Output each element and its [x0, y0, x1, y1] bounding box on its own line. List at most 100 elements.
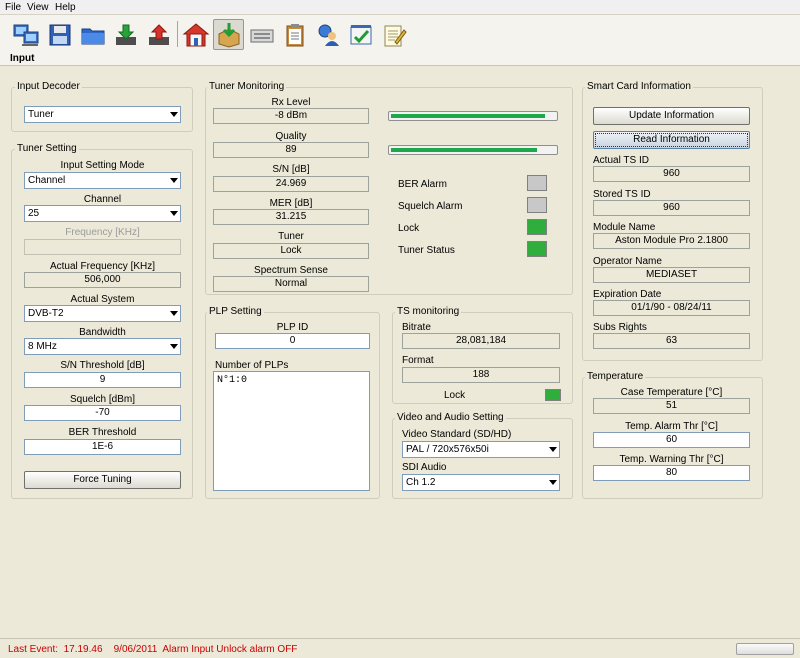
- quality-bar: [388, 145, 558, 155]
- squelch-input[interactable]: -70: [24, 405, 181, 421]
- actual-system-label: Actual System: [70, 294, 135, 305]
- toolbar: Input: [0, 15, 800, 66]
- ts-lock-indicator: [545, 389, 561, 401]
- sdi-audio-select[interactable]: Ch 1.2: [402, 474, 560, 491]
- home-icon[interactable]: [180, 19, 211, 50]
- chevron-down-icon: [170, 112, 178, 117]
- tuner-label: Tuner: [278, 231, 304, 242]
- bandwidth-select[interactable]: 8 MHz: [24, 338, 181, 355]
- video-audio-title: Video and Audio Setting: [395, 412, 506, 423]
- actual-system-select[interactable]: DVB-T2: [24, 305, 181, 322]
- rx-level-bar: [388, 111, 558, 121]
- actual-ts-id-value: 960: [593, 166, 750, 182]
- menu-file[interactable]: File: [5, 2, 21, 13]
- spectrum-sense-value: Normal: [213, 276, 369, 292]
- checklist-icon[interactable]: [345, 19, 376, 50]
- input-setting-mode-select[interactable]: Channel: [24, 172, 181, 189]
- rx-level-bar-fill: [391, 114, 545, 118]
- chevron-down-icon: [170, 311, 178, 316]
- read-information-button[interactable]: Read Information: [593, 131, 750, 149]
- sn-value: 24.969: [213, 176, 369, 192]
- squelch-alarm-indicator: [527, 197, 547, 213]
- rx-level-value: -8 dBm: [213, 108, 369, 124]
- video-standard-value: PAL / 720x576x50i: [406, 444, 489, 455]
- tuner-status-indicator: [527, 241, 547, 257]
- case-temperature-value: 51: [593, 398, 750, 414]
- case-temperature-label: Case Temperature [°C]: [620, 387, 723, 398]
- sn-label: S/N [dB]: [272, 164, 310, 175]
- lock-indicator: [527, 219, 547, 235]
- operator-name-label: Operator Name: [593, 256, 662, 267]
- bitrate-label: Bitrate: [402, 322, 431, 333]
- computer-icon[interactable]: [10, 19, 41, 50]
- stored-ts-id-label: Stored TS ID: [593, 189, 651, 200]
- rx-level-label: Rx Level: [271, 97, 311, 108]
- upload-icon[interactable]: [143, 19, 174, 50]
- input-decoder-value: Tuner: [28, 109, 54, 120]
- input-decoder-select[interactable]: Tuner: [24, 106, 181, 123]
- device-icon[interactable]: [246, 19, 277, 50]
- user-globe-icon[interactable]: [312, 19, 343, 50]
- sn-threshold-input[interactable]: 9: [24, 372, 181, 388]
- module-name-label: Module Name: [593, 222, 656, 233]
- sdi-audio-label: SDI Audio: [402, 462, 447, 473]
- frequency-field: [24, 239, 181, 255]
- channel-select[interactable]: 25: [24, 205, 181, 222]
- chevron-down-icon: [170, 178, 178, 183]
- actual-ts-id-label: Actual TS ID: [593, 155, 649, 166]
- chevron-down-icon: [170, 344, 178, 349]
- ber-threshold-input[interactable]: 1E-6: [24, 439, 181, 455]
- chevron-down-icon: [549, 480, 557, 485]
- quality-label: Quality: [275, 131, 307, 142]
- video-standard-label: Video Standard (SD/HD): [402, 429, 512, 440]
- input-box-icon[interactable]: [213, 19, 244, 50]
- actual-frequency-value: 506,000: [24, 272, 181, 288]
- temp-alarm-thr-input[interactable]: 60: [593, 432, 750, 448]
- ber-alarm-label: BER Alarm: [398, 179, 447, 190]
- actual-system-value: DVB-T2: [28, 308, 64, 319]
- squelch-label: Squelch [dBm]: [69, 394, 136, 405]
- quality-bar-fill: [391, 148, 537, 152]
- module-name-value: Aston Module Pro 2.1800: [593, 233, 750, 249]
- ber-threshold-label: BER Threshold: [68, 427, 137, 438]
- temperature-title: Temperature: [585, 371, 646, 382]
- save-icon[interactable]: [44, 19, 75, 50]
- menu-view[interactable]: View: [27, 2, 49, 13]
- plp-list[interactable]: N°1:0: [213, 371, 370, 491]
- squelch-alarm-label: Squelch Alarm: [398, 201, 463, 212]
- operator-name-value: MEDIASET: [593, 267, 750, 283]
- chevron-down-icon: [549, 447, 557, 452]
- sn-threshold-label: S/N Threshold [dB]: [60, 360, 145, 371]
- bandwidth-label: Bandwidth: [79, 327, 126, 338]
- status-progress: [736, 643, 794, 655]
- menu-bar: File View Help: [0, 0, 800, 15]
- chevron-down-icon: [170, 211, 178, 216]
- last-event-text: Last Event: 17.19.46 9/06/2011 Alarm Inp…: [8, 644, 298, 655]
- ts-lock-label: Lock: [444, 390, 466, 401]
- notepad-icon[interactable]: [378, 19, 409, 50]
- tuner-monitoring-title: Tuner Monitoring: [207, 81, 287, 92]
- smart-card-title: Smart Card Information: [585, 81, 693, 92]
- clipboard-icon[interactable]: [279, 19, 310, 50]
- ts-monitoring-title: TS monitoring: [395, 306, 462, 317]
- update-information-button[interactable]: Update Information: [593, 107, 750, 125]
- force-tuning-button[interactable]: Force Tuning: [24, 471, 181, 489]
- temp-alarm-thr-label: Temp. Alarm Thr [°C]: [625, 421, 718, 432]
- input-decoder-title: Input Decoder: [15, 81, 82, 92]
- plp-id-label: PLP ID: [276, 322, 309, 333]
- tuner-value: Lock: [213, 243, 369, 259]
- download-icon[interactable]: [110, 19, 141, 50]
- status-bar: Last Event: 17.19.46 9/06/2011 Alarm Inp…: [0, 638, 800, 658]
- mer-label: MER [dB]: [269, 198, 313, 209]
- tuner-setting-title: Tuner Setting: [15, 143, 79, 154]
- input-setting-mode-label: Input Setting Mode: [60, 160, 145, 171]
- plp-id-input[interactable]: 0: [215, 333, 370, 349]
- format-label: Format: [402, 355, 434, 366]
- actual-frequency-label: Actual Frequency [KHz]: [49, 261, 156, 272]
- temp-warning-thr-input[interactable]: 80: [593, 465, 750, 481]
- folder-icon[interactable]: [77, 19, 108, 50]
- video-standard-select[interactable]: PAL / 720x576x50i: [402, 441, 560, 458]
- temp-warning-thr-label: Temp. Warning Thr [°C]: [619, 454, 724, 465]
- menu-help[interactable]: Help: [55, 2, 76, 13]
- ber-alarm-indicator: [527, 175, 547, 191]
